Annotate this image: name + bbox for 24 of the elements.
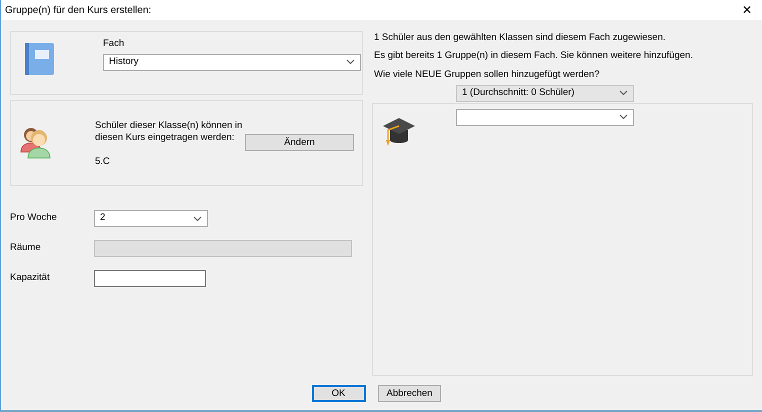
info-text: Wie viele NEUE Gruppen sollen hinzugefügt werden? [374,68,600,82]
field-label: Fach [103,37,126,51]
chevron-down-icon [619,90,628,96]
window-title: Gruppe(n) für den Kurs erstellen: [5,4,152,18]
class-name: 5.C [95,155,111,169]
input-field[interactable] [94,270,206,287]
dialog-button[interactable]: Abbrechen [378,385,442,402]
subject-dropdown[interactable]: History [103,54,361,71]
chevron-down-icon [193,216,202,222]
chevron-down-icon [619,114,628,120]
group-count-dropdown[interactable]: 1 (Durchschnitt: 0 Schüler) [456,84,634,102]
close-button[interactable]: ✕ [738,4,756,16]
info-text: Es gibt bereits 1 Gruppe(n) in diesem Fach. Sie können weitere hinzufügen. [374,49,694,64]
book-icon [24,42,56,76]
classes-description: Schüler dieser Klasse(n) können in diesen Kurs eingetragen werden: [95,120,244,144]
field-label: Räume [10,241,42,256]
chevron-down-icon [346,59,355,66]
field-label: Pro Woche [10,211,58,226]
info-text: 1 Schüler aus den gewählten Klassen sind diesem Fach zugewiesen. [374,31,667,45]
group-dropdown[interactable] [456,108,634,126]
dropdown[interactable]: 2 [94,210,208,227]
change-button[interactable]: Ändern [245,134,354,151]
dialog-button[interactable]: OK [312,385,366,402]
field-label: Kapazität [10,271,51,286]
